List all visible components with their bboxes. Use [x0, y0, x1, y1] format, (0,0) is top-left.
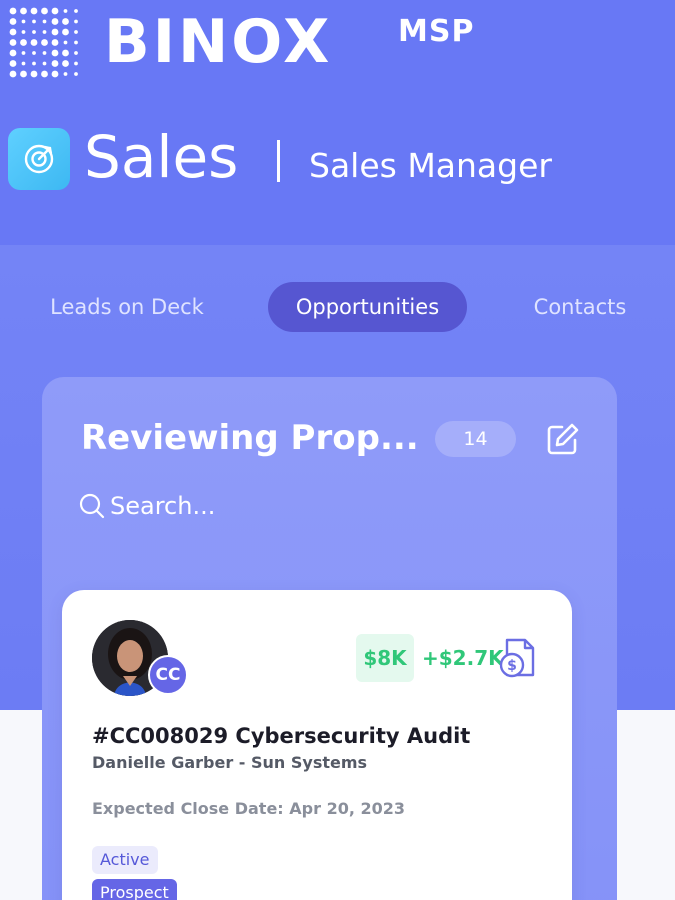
deal-contact: Danielle Garber - Sun Systems	[92, 753, 368, 772]
page-subtitle: Sales Manager	[309, 146, 552, 185]
brand-suffix: MSP	[398, 14, 475, 49]
deal-amount: $8K	[356, 634, 414, 682]
brand-name: BINOX	[104, 7, 333, 77]
deal-title: #CC008029 Cybersecurity Audit	[92, 724, 471, 748]
tab-opportunities[interactable]: Opportunities	[268, 282, 467, 332]
deal-close-date: Expected Close Date: Apr 20, 2023	[92, 799, 406, 818]
status-badge-prospect: Prospect	[92, 879, 177, 900]
target-icon	[8, 128, 70, 190]
page-title: Sales	[84, 123, 239, 191]
search-icon	[79, 493, 105, 519]
status-badge-active: Active	[92, 846, 158, 874]
deal-amount-delta: +$2.7K	[422, 646, 504, 670]
edit-icon[interactable]	[545, 421, 581, 457]
svg-text:$: $	[507, 658, 517, 674]
search-bar	[78, 486, 378, 526]
column-count-badge: 14	[435, 421, 516, 457]
avatar-initials-badge: CC	[148, 655, 188, 695]
tab-contacts[interactable]: Contacts	[510, 282, 650, 332]
search-input[interactable]	[110, 492, 350, 520]
logo-icon	[9, 7, 78, 78]
tab-leads-on-deck[interactable]: Leads on Deck	[32, 282, 222, 332]
invoice-dollar-icon[interactable]: $	[497, 637, 537, 679]
column-title: Reviewing Prop...	[81, 418, 419, 458]
title-divider	[277, 140, 280, 182]
